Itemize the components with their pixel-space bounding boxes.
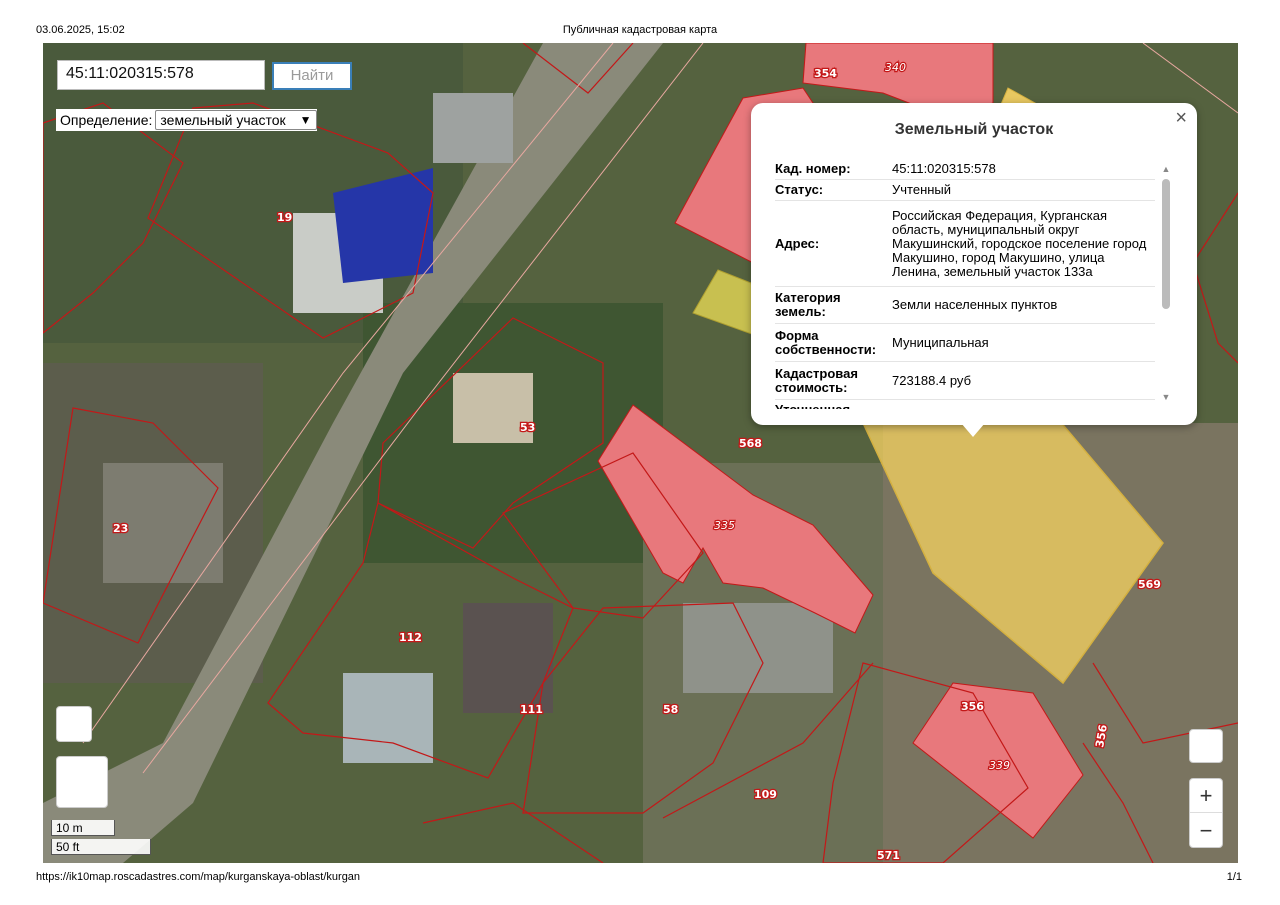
map-label: 356 xyxy=(961,700,984,713)
definition-select[interactable]: земельный участок ▼ xyxy=(155,110,317,130)
chevron-down-icon: ▼ xyxy=(299,113,312,127)
map-label: 112 xyxy=(399,631,422,644)
map-label: 23 xyxy=(113,522,128,535)
zoom-control: + − xyxy=(1189,778,1223,848)
map-label: 53 xyxy=(520,421,535,434)
attr-key: Кадастровая стоимость: xyxy=(775,365,858,395)
attr-row: Уточненная xyxy=(775,400,1155,410)
attr-value: 723188.4 руб xyxy=(892,372,972,388)
zoom-in-button[interactable]: + xyxy=(1190,779,1222,813)
attr-row: Форма собственности: Муниципальная xyxy=(775,324,1155,362)
map-label: 354 xyxy=(814,67,837,80)
locate-button[interactable] xyxy=(1189,729,1223,763)
map-label: 571 xyxy=(877,849,900,862)
map-label: 58 xyxy=(663,703,678,716)
definition-control: Определение: земельный участок ▼ xyxy=(56,109,317,131)
attr-key: Кад. номер: xyxy=(775,161,851,176)
search-button[interactable]: Найти xyxy=(272,62,352,90)
attr-value: Российская Федерация, Курганская область… xyxy=(892,207,1147,279)
attr-key: Категория земель: xyxy=(775,290,841,319)
attr-row: Кад. номер: 45:11:020315:578 xyxy=(775,159,1155,180)
map-label: 339 xyxy=(989,759,1010,772)
map-label: 568 xyxy=(739,437,762,450)
attr-row: Адрес: Российская Федерация, Курганская … xyxy=(775,201,1155,287)
scale-meters: 10 m xyxy=(51,820,115,836)
attr-value: Земли населенных пунктов xyxy=(892,297,1058,312)
print-page-count: 1/1 xyxy=(1226,871,1242,883)
popup-scrollbar[interactable]: ▲ ▼ xyxy=(1161,165,1171,405)
print-header: 03.06.2025, 15:02 Публичная кадастровая … xyxy=(0,0,1280,42)
map-control-button[interactable] xyxy=(56,706,92,742)
roof xyxy=(433,93,513,163)
attr-key: Форма собственности: xyxy=(775,327,877,357)
zoom-out-button[interactable]: − xyxy=(1190,814,1222,848)
print-page-title: Публичная кадастровая карта xyxy=(562,24,718,36)
print-url: https://ik10map.roscadastres.com/map/kur… xyxy=(36,871,361,883)
roof xyxy=(683,603,833,693)
definition-label: Определение: xyxy=(60,112,153,128)
cadastral-search-input[interactable]: 45:11:020315:578 xyxy=(57,60,265,90)
roof xyxy=(463,603,553,713)
scroll-thumb[interactable] xyxy=(1162,179,1170,309)
parcel-info-popup: × Земельный участок Кад. номер: 45:11:02… xyxy=(751,103,1197,425)
popup-pointer xyxy=(961,423,985,437)
cadastral-map[interactable]: 354 340 19 53 568 335 23 569 112 111 58 … xyxy=(43,43,1238,863)
attr-value: Учтенный xyxy=(892,182,952,197)
attr-key: Адрес: xyxy=(775,235,820,251)
attr-key: Статус: xyxy=(775,182,824,197)
scroll-down-icon[interactable]: ▼ xyxy=(1161,393,1171,402)
attr-value: Муниципальная xyxy=(892,334,989,350)
attr-row: Категория земель: Земли населенных пункт… xyxy=(775,287,1155,324)
attr-row: Статус: Учтенный xyxy=(775,180,1155,201)
print-footer: https://ik10map.roscadastres.com/map/kur… xyxy=(0,868,1280,898)
map-label: 111 xyxy=(520,703,543,716)
layers-button[interactable] xyxy=(56,756,108,808)
scroll-up-icon[interactable]: ▲ xyxy=(1161,165,1171,174)
map-label: 109 xyxy=(754,788,777,801)
map-label: 19 xyxy=(277,211,292,224)
definition-selected: земельный участок xyxy=(160,112,286,128)
map-label: 340 xyxy=(885,61,906,74)
roof xyxy=(343,673,433,763)
map-label: 569 xyxy=(1138,578,1161,591)
popup-attributes: Кад. номер: 45:11:020315:578 Статус: Учт… xyxy=(775,159,1155,409)
attr-value: 45:11:020315:578 xyxy=(892,161,996,176)
attr-row: Кадастровая стоимость: 723188.4 руб xyxy=(775,362,1155,400)
scale-feet: 50 ft xyxy=(51,839,151,855)
attr-key: Уточненная xyxy=(775,401,892,410)
popup-title: Земельный участок xyxy=(894,121,1054,138)
map-label: 335 xyxy=(714,519,735,532)
